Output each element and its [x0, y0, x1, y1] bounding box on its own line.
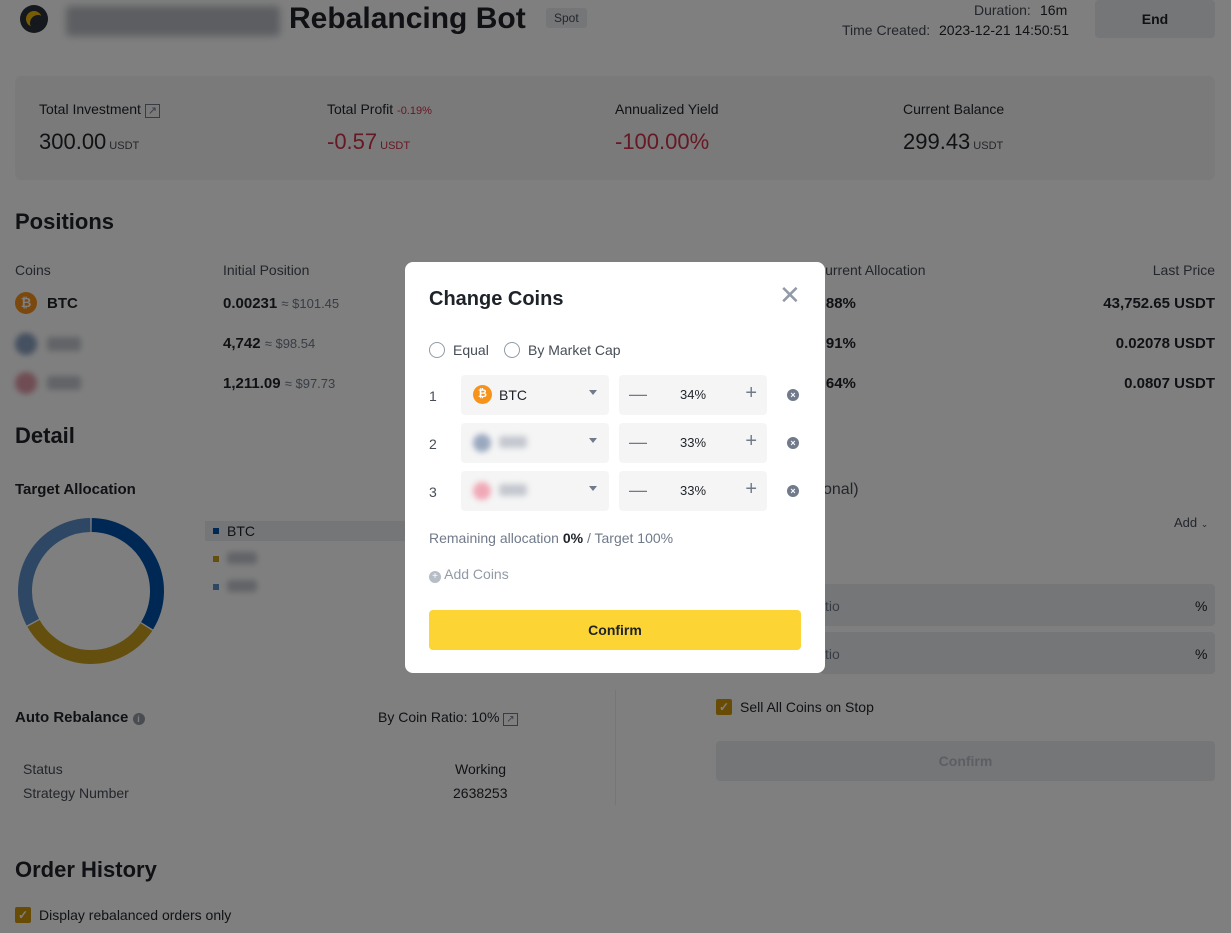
allocation-stepper[interactable]: — 33% + — [619, 471, 767, 511]
coin-select[interactable] — [461, 423, 609, 463]
row-number: 1 — [429, 388, 437, 404]
coin-name-redacted — [499, 436, 527, 448]
coin-icon — [473, 434, 491, 452]
plus-icon[interactable]: + — [745, 382, 757, 405]
equal-radio[interactable] — [429, 342, 445, 358]
remove-icon[interactable]: × — [787, 389, 799, 401]
btc-icon: ₿ — [473, 385, 492, 404]
remove-icon[interactable]: × — [787, 485, 799, 497]
coin-select-value: BTC — [499, 387, 527, 403]
coin-icon — [473, 482, 491, 500]
plus-icon[interactable]: + — [745, 430, 757, 453]
market-cap-radio[interactable] — [504, 342, 520, 358]
chevron-down-icon — [589, 438, 597, 443]
coin-select[interactable]: ₿ BTC — [461, 375, 609, 415]
chevron-down-icon — [589, 486, 597, 491]
remove-icon[interactable]: × — [787, 437, 799, 449]
close-icon[interactable]: ✕ — [779, 282, 801, 308]
modal-title: Change Coins — [429, 288, 564, 310]
row-number: 3 — [429, 484, 437, 500]
chevron-down-icon — [589, 390, 597, 395]
coin-select[interactable] — [461, 471, 609, 511]
plus-circle-icon: + — [429, 571, 441, 583]
market-cap-label: By Market Cap — [528, 342, 621, 358]
confirm-button[interactable]: Confirm — [429, 610, 801, 650]
change-coins-modal: Change Coins ✕ Equal By Market Cap 1 ₿ B… — [405, 262, 825, 673]
allocation-stepper[interactable]: — 34% + — [619, 375, 767, 415]
row-number: 2 — [429, 436, 437, 452]
equal-label: Equal — [453, 342, 489, 358]
coin-name-redacted — [499, 484, 527, 496]
remaining-allocation: Remaining allocation 0% / Target 100% — [429, 530, 674, 546]
allocation-stepper[interactable]: — 33% + — [619, 423, 767, 463]
plus-icon[interactable]: + — [745, 478, 757, 501]
add-coins-button[interactable]: + Add Coins — [429, 566, 509, 583]
